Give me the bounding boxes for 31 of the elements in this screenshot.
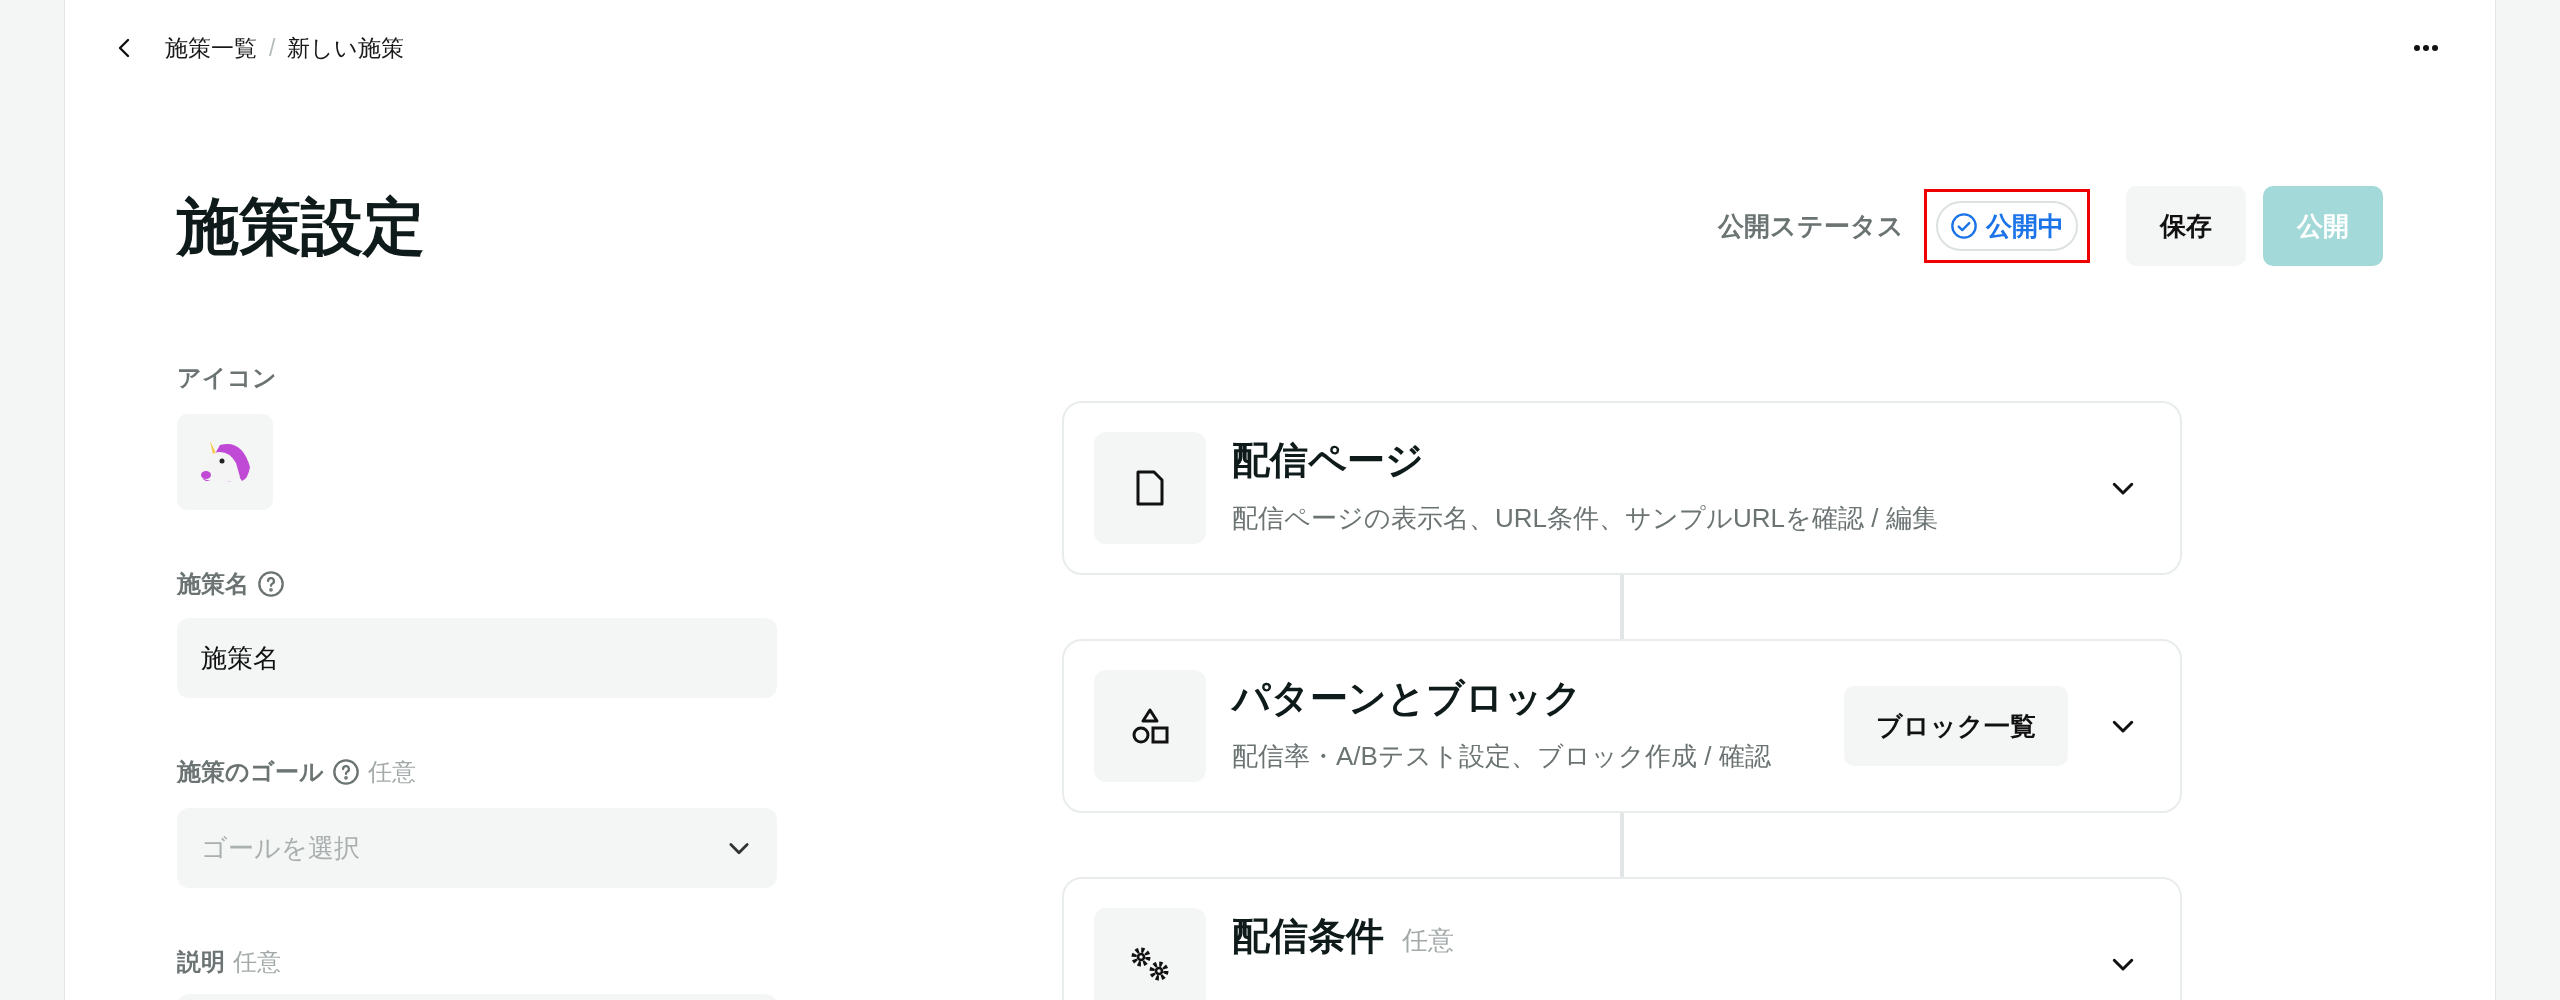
section-description: 配信率・A/Bテスト設定、ブロック作成 / 確認 [1232, 740, 1772, 773]
document-icon [1134, 468, 1166, 508]
check-circle-icon [1950, 212, 1978, 240]
field-label: 施策名 [177, 569, 249, 599]
shapes-icon [1130, 706, 1170, 746]
section-title: 配信ページ [1232, 438, 1424, 483]
breadcrumb-separator: / [269, 33, 276, 63]
status-label: 公開ステータス [1718, 209, 1904, 243]
help-icon[interactable] [332, 758, 360, 786]
more-icon[interactable] [2413, 44, 2439, 52]
optional-label: 任意 [368, 757, 416, 787]
section-card[interactable]: 配信条件 任意 [1062, 877, 2182, 1000]
field-label: 施策のゴール [177, 757, 324, 787]
help-icon[interactable] [257, 570, 285, 598]
optional-label: 任意 [1402, 924, 1454, 957]
section-description: 配信ページの表示名、URL条件、サンプルURLを確認 / 編集 [1232, 502, 1939, 535]
breadcrumb-link[interactable]: 施策一覧 [165, 30, 257, 66]
field-label: アイコン [177, 363, 278, 393]
block-list-button[interactable]: ブロック一覧 [1844, 686, 2068, 766]
save-button[interactable]: 保存 [2126, 186, 2246, 266]
section-title: パターンとブロック [1232, 676, 1582, 721]
section-card[interactable]: 配信ページ 配信ページの表示名、URL条件、サンプルURLを確認 / 編集 [1062, 401, 2182, 575]
field-label: 説明 [177, 947, 225, 977]
breadcrumb-link[interactable]: 新しい施策 [287, 30, 405, 66]
name-field[interactable]: 施策名 [177, 618, 777, 698]
section-title: 配信条件 [1232, 914, 1384, 959]
icon-picker[interactable] [177, 414, 273, 510]
page-title: 施策設定 [177, 190, 425, 263]
section-card[interactable]: パターンとブロック 配信率・A/Bテスト設定、ブロック作成 / 確認 ブロック一覧 [1062, 639, 2182, 813]
optional-label: 任意 [233, 947, 281, 977]
status-badge: 公開中 [1936, 201, 2078, 251]
